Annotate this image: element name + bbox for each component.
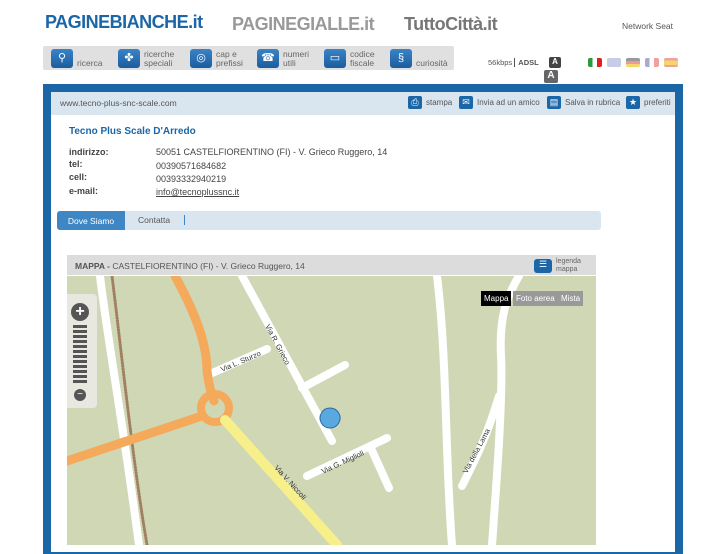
nav-curiosita[interactable]: § curiosità bbox=[390, 49, 448, 68]
font-size-small-button[interactable]: A bbox=[549, 57, 561, 68]
tab-dove-siamo[interactable]: Dove Siamo bbox=[57, 211, 125, 230]
font-size-large-button[interactable]: A bbox=[544, 70, 558, 83]
save-contacts-button[interactable]: ▤ Salva in rubrica bbox=[547, 96, 620, 109]
folder-icon: ▤ bbox=[547, 96, 561, 109]
connection-speed[interactable]: 56kbps ADSL bbox=[488, 58, 539, 67]
tel-value: 00390571684682 bbox=[156, 161, 227, 171]
globe-search-icon: ◎ bbox=[190, 49, 212, 68]
zoom-out-icon[interactable]: − bbox=[74, 389, 86, 401]
map-title: MAPPA - CASTELFIORENTINO (FI) - V. Griec… bbox=[75, 261, 305, 271]
tab-contatta[interactable]: Contatta bbox=[138, 215, 186, 225]
website-link[interactable]: www.tecno-plus-snc-scale.com bbox=[60, 98, 177, 108]
print-icon: ⎙ bbox=[408, 96, 422, 109]
address-label: indirizzo: bbox=[69, 147, 109, 157]
cell-label: cell: bbox=[69, 172, 88, 182]
print-button[interactable]: ⎙ stampa bbox=[408, 96, 452, 109]
network-seat-link[interactable]: Network Seat bbox=[622, 21, 673, 31]
email-label: e-mail: bbox=[69, 186, 99, 196]
flag-de-icon[interactable] bbox=[626, 58, 640, 67]
map-type-mappa[interactable]: Mappa bbox=[481, 291, 512, 306]
svg-text:1: 1 bbox=[328, 431, 333, 440]
card-icon: ▭ bbox=[324, 49, 346, 68]
nav-cap-prefissi[interactable]: ◎ cap e prefissi bbox=[190, 49, 246, 68]
address-value: 50051 CASTELFIORENTINO (FI) - V. Grieco … bbox=[156, 147, 388, 157]
flag-fr-icon[interactable] bbox=[645, 58, 659, 67]
tuttocitta-logo[interactable]: TuttoCittà.it bbox=[404, 14, 498, 35]
star-icon: ★ bbox=[626, 96, 640, 109]
phone-icon: ☎ bbox=[257, 49, 279, 68]
nav-ricerca[interactable]: ⚲ ricerca bbox=[51, 49, 103, 68]
send-friend-button[interactable]: ✉ Invia ad un amico bbox=[459, 96, 540, 109]
zoom-in-icon[interactable]: + bbox=[71, 303, 89, 321]
nav-ricerche-speciali[interactable]: ✤ ricerche speciali bbox=[118, 49, 176, 68]
flag-es-icon[interactable] bbox=[664, 58, 678, 67]
map-type-mista[interactable]: Mista bbox=[558, 291, 584, 306]
nav-numeri-utili[interactable]: ☎ numeri utili bbox=[257, 49, 311, 68]
search-icon: ⚲ bbox=[51, 49, 73, 68]
main-nav: ⚲ ricerca ✤ ricerche speciali ◎ cap e prefi… bbox=[43, 46, 454, 70]
flag-it-icon[interactable] bbox=[588, 58, 602, 67]
map-legend-button[interactable]: ☰ legenda mappa bbox=[534, 258, 586, 274]
company-name: Tecno Plus Scale D'Arredo bbox=[69, 126, 196, 137]
paginebianche-logo[interactable]: PAGINEBIANCHE.it bbox=[45, 12, 203, 33]
favorites-button[interactable]: ★ preferiti bbox=[626, 96, 671, 109]
email-link[interactable]: info@tecnoplussnc.it bbox=[156, 187, 239, 197]
clover-icon: ✤ bbox=[118, 49, 140, 68]
tel-label: tel: bbox=[69, 159, 83, 169]
cell-value: 00393332940219 bbox=[156, 174, 227, 184]
mail-icon: ✉ bbox=[459, 96, 473, 109]
nav-codice-fiscale[interactable]: ▭ codice fiscale bbox=[324, 49, 378, 68]
list-icon: ☰ bbox=[534, 259, 552, 273]
spiral-icon: § bbox=[390, 49, 412, 68]
map-canvas[interactable]: Via L. Sturzo Via R. Grieco Via G. Migli… bbox=[67, 276, 596, 545]
map-type-foto-aerea[interactable]: Foto aerea bbox=[513, 291, 558, 306]
paginegialle-logo[interactable]: PAGINEGIALLE.it bbox=[232, 14, 375, 35]
flag-en-icon[interactable] bbox=[607, 58, 621, 67]
zoom-slider[interactable] bbox=[73, 325, 87, 385]
